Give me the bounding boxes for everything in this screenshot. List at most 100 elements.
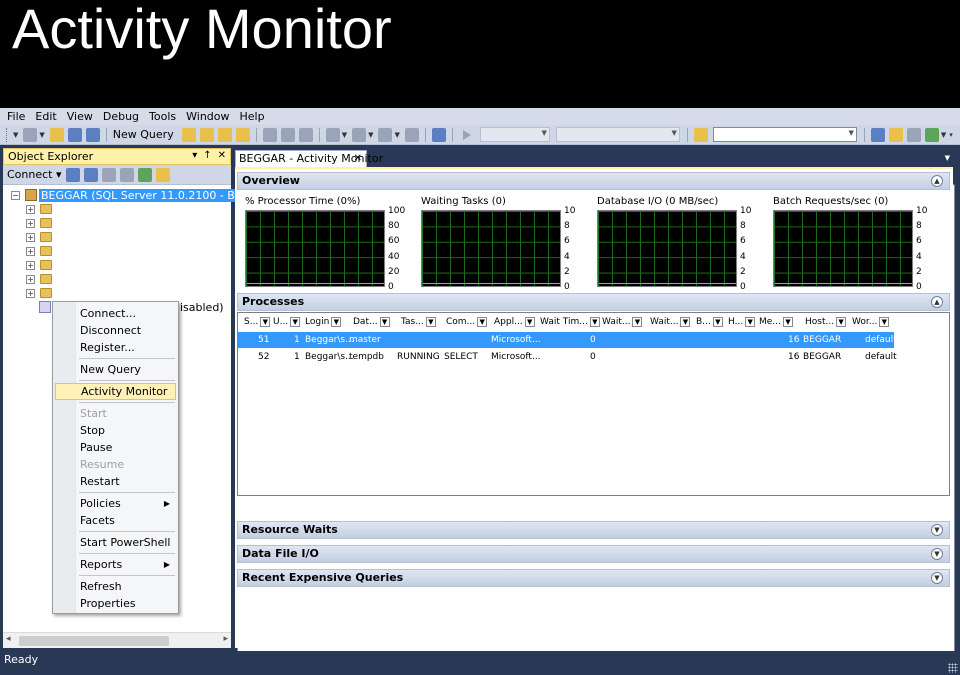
- database-query-icon[interactable]: [181, 127, 196, 142]
- activity-monitor-small-icon[interactable]: [155, 167, 170, 182]
- undo-icon[interactable]: [325, 127, 340, 142]
- tree-node-folder[interactable]: +: [18, 202, 52, 216]
- refresh-icon[interactable]: [137, 167, 152, 182]
- filter-dropdown-icon[interactable]: ▼: [260, 316, 271, 327]
- add-item-icon[interactable]: [23, 127, 38, 142]
- column-header-wait-time[interactable]: Wait Tim... ▼: [540, 315, 600, 331]
- database-combo[interactable]: ▼: [479, 127, 550, 142]
- expand-icon[interactable]: +: [26, 260, 35, 270]
- activity-monitor-icon[interactable]: [431, 127, 446, 142]
- filter-dropdown-icon[interactable]: ▼: [331, 316, 342, 327]
- column-header-login[interactable]: Login ▼: [305, 315, 342, 331]
- tree-node-folder[interactable]: +: [18, 272, 52, 286]
- expand-icon[interactable]: +: [26, 232, 35, 242]
- scrollbar-thumb[interactable]: [19, 636, 169, 646]
- filter-dropdown-icon[interactable]: ▼: [290, 316, 301, 327]
- menu-help[interactable]: Help: [235, 108, 270, 125]
- section-data-file-io-header[interactable]: Data File I/O ▼: [237, 545, 950, 563]
- add-item-dropdown-icon[interactable]: ▼: [39, 131, 44, 139]
- menu-item-activity-monitor[interactable]: Activity Monitor: [55, 383, 176, 400]
- menu-item-stop[interactable]: Stop: [55, 422, 176, 439]
- xmla-query-icon[interactable]: [235, 127, 250, 142]
- redo-dropdown-icon[interactable]: ▼: [368, 131, 373, 139]
- menu-debug[interactable]: Debug: [98, 108, 144, 125]
- filter-dropdown-icon[interactable]: ▼: [879, 316, 890, 327]
- process-row[interactable]: 52 1 Beggar\s... tempdb RUNNING SELECT M…: [238, 349, 897, 365]
- column-header-user-process[interactable]: U... ▼: [273, 315, 301, 331]
- resize-grip-icon[interactable]: [948, 663, 958, 673]
- column-header-task-state[interactable]: Tas... ▼: [401, 315, 436, 331]
- expand-icon[interactable]: +: [26, 274, 35, 284]
- menu-item-refresh[interactable]: Refresh: [55, 578, 176, 595]
- filter-dropdown-icon[interactable]: ▼: [782, 316, 793, 327]
- section-resource-waits-header[interactable]: Resource Waits ▼: [237, 521, 950, 539]
- menu-tools[interactable]: Tools: [144, 108, 181, 125]
- paste-icon[interactable]: [298, 127, 313, 142]
- expand-section-icon[interactable]: ▼: [931, 548, 943, 560]
- filter-dropdown-icon[interactable]: ▼: [425, 316, 436, 327]
- solution-configuration-combo[interactable]: ▼: [555, 127, 680, 142]
- filter-icon[interactable]: [119, 167, 134, 182]
- disconnect-icon[interactable]: [83, 167, 98, 182]
- expand-icon[interactable]: +: [26, 288, 35, 298]
- column-header-database[interactable]: Dat... ▼: [353, 315, 390, 331]
- expand-icon[interactable]: +: [26, 246, 35, 256]
- tab-activity-monitor[interactable]: BEGGAR - Activity Monitor ✕: [235, 150, 383, 167]
- cut-icon[interactable]: [262, 127, 277, 142]
- collapse-icon[interactable]: −: [11, 190, 20, 200]
- menu-item-pause[interactable]: Pause: [55, 439, 176, 456]
- new-query-button[interactable]: New Query: [113, 128, 174, 141]
- scroll-right-icon[interactable]: ▸: [223, 634, 228, 644]
- column-header-head-blocker[interactable]: H... ▼: [728, 315, 756, 331]
- column-header-host[interactable]: Host... ▼: [805, 315, 847, 331]
- menu-window[interactable]: Window: [181, 108, 234, 125]
- registered-servers-icon[interactable]: [870, 127, 885, 142]
- connect-dropdown-button[interactable]: Connect ▾: [7, 168, 62, 181]
- expand-section-icon[interactable]: ▼: [931, 524, 943, 536]
- open-file-icon[interactable]: [49, 127, 64, 142]
- filter-dropdown-icon[interactable]: ▼: [477, 316, 488, 327]
- find-in-files-icon[interactable]: [693, 127, 708, 142]
- close-icon[interactable]: ✕: [218, 150, 226, 161]
- menu-item-restart[interactable]: Restart: [55, 473, 176, 490]
- tree-node-folder[interactable]: +: [18, 216, 52, 230]
- menu-item-facets[interactable]: Facets: [55, 512, 176, 529]
- connect-object-explorer-icon[interactable]: [65, 167, 80, 182]
- expand-icon[interactable]: +: [26, 204, 35, 214]
- filter-dropdown-icon[interactable]: ▼: [379, 316, 390, 327]
- section-overview-header[interactable]: Overview ▲: [237, 172, 950, 190]
- column-header-workload-group[interactable]: Wor... ▼: [852, 315, 890, 331]
- expand-section-icon[interactable]: ▼: [931, 572, 943, 584]
- execute-icon[interactable]: [462, 129, 471, 140]
- menu-item-connect[interactable]: Connect...: [55, 305, 176, 322]
- collapse-section-icon[interactable]: ▲: [931, 175, 943, 187]
- toolbar-grip[interactable]: [6, 127, 9, 142]
- save-all-icon[interactable]: [85, 127, 100, 142]
- tree-node-folder[interactable]: +: [18, 244, 52, 258]
- save-icon[interactable]: [67, 127, 82, 142]
- horizontal-scrollbar[interactable]: ◂ ▸: [3, 632, 231, 648]
- column-header-wait-type[interactable]: Wait... ▼: [602, 315, 643, 331]
- analysis-query-icon[interactable]: [199, 127, 214, 142]
- menu-item-disconnect[interactable]: Disconnect: [55, 322, 176, 339]
- pin-icon[interactable]: ↑: [203, 150, 211, 161]
- navigate-dropdown-icon[interactable]: ▼: [394, 131, 399, 139]
- new-project-dropdown-icon[interactable]: ▼: [13, 131, 18, 139]
- column-header-memory[interactable]: Me... ▼: [759, 315, 793, 331]
- tree-node-folder[interactable]: +: [18, 258, 52, 272]
- close-tab-icon[interactable]: ✕: [354, 151, 362, 166]
- menu-view[interactable]: View: [62, 108, 98, 125]
- column-header-blocked-by[interactable]: B... ▼: [696, 315, 723, 331]
- filter-dropdown-icon[interactable]: ▼: [836, 316, 847, 327]
- menu-item-register[interactable]: Register...: [55, 339, 176, 356]
- section-processes-header[interactable]: Processes ▲: [237, 293, 950, 311]
- window-dropdown-icon[interactable]: ▼: [941, 131, 946, 139]
- navigate-backward-icon[interactable]: [378, 127, 393, 142]
- tab-list-dropdown-icon[interactable]: ▼: [945, 154, 950, 162]
- column-header-application[interactable]: Appl... ▼: [494, 315, 535, 331]
- expand-icon[interactable]: +: [26, 218, 35, 228]
- collapse-section-icon[interactable]: ▲: [931, 296, 943, 308]
- undo-dropdown-icon[interactable]: ▼: [342, 131, 347, 139]
- tree-node-folder[interactable]: +: [18, 230, 52, 244]
- menu-item-start-powershell[interactable]: Start PowerShell: [55, 534, 176, 551]
